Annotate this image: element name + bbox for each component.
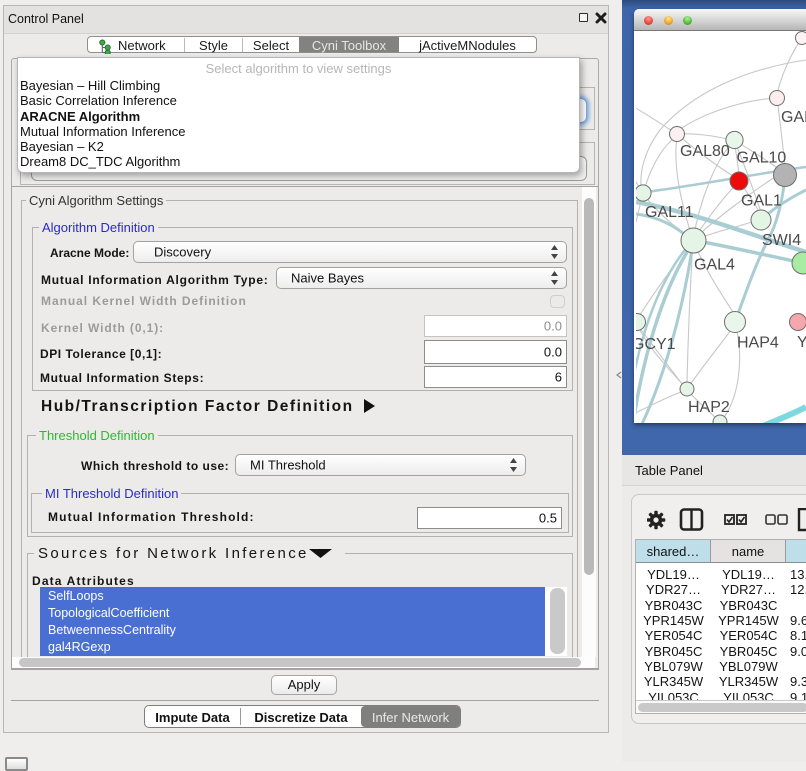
svg-text:GAL1: GAL1 bbox=[741, 193, 782, 210]
svg-text:GAL: GAL bbox=[781, 109, 806, 126]
svg-text:GAL80: GAL80 bbox=[680, 143, 730, 160]
svg-text:SWI4: SWI4 bbox=[762, 232, 801, 249]
svg-text:GAL4: GAL4 bbox=[694, 257, 735, 274]
svg-text:GAL10: GAL10 bbox=[737, 150, 787, 167]
svg-text:HAP4: HAP4 bbox=[737, 335, 779, 352]
svg-text:GAL11: GAL11 bbox=[645, 204, 694, 221]
svg-text:Y: Y bbox=[797, 334, 806, 351]
svg-text:GCY1: GCY1 bbox=[636, 336, 676, 353]
svg-text:HAP2: HAP2 bbox=[688, 399, 730, 416]
